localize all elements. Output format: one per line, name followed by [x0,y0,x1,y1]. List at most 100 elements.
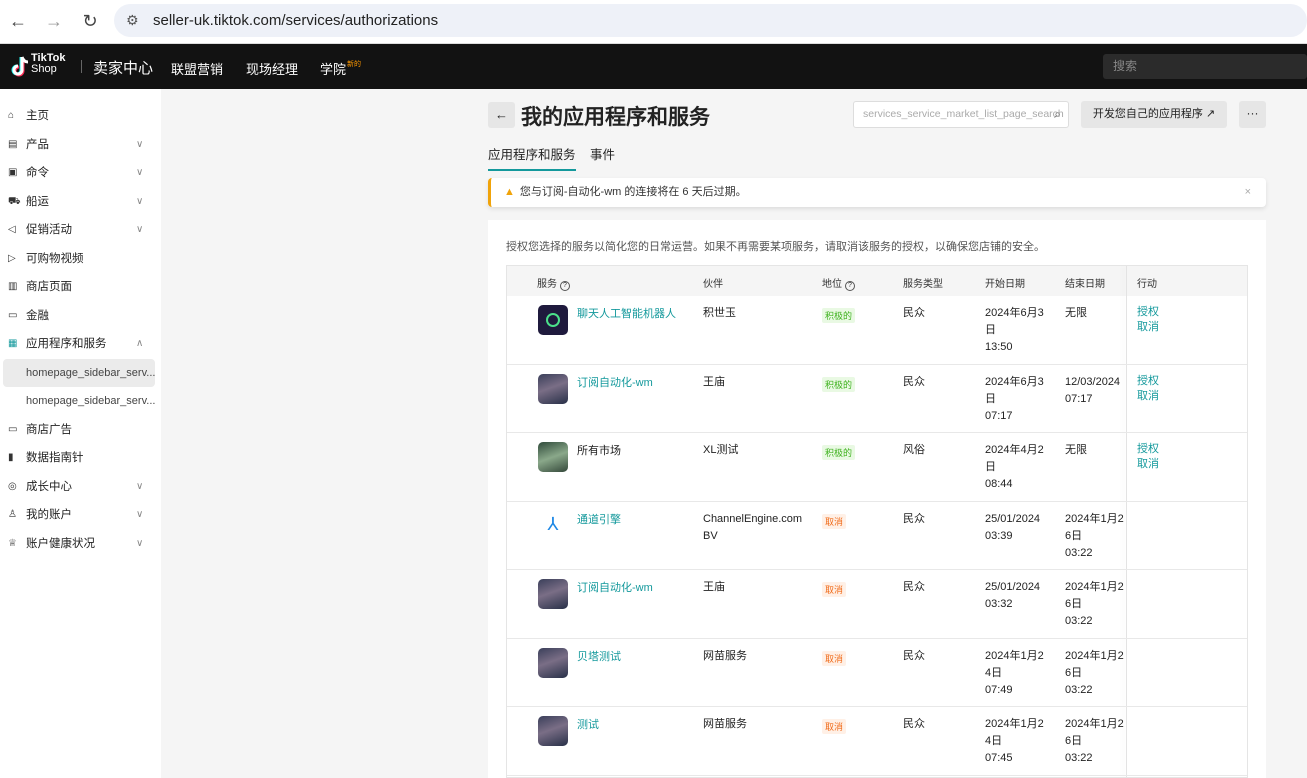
address-bar[interactable]: ⚙ seller-uk.tiktok.com/services/authoriza… [114,4,1307,37]
sidebar-item[interactable]: ▤ 产品 ∨ [0,131,161,159]
sidebar-item[interactable]: ♕ 账户健康状况 ∨ [0,530,161,558]
divider [81,60,82,73]
nav-live-manager[interactable]: 现场经理 [246,59,298,78]
reload-icon[interactable]: ↻ [78,9,102,33]
sidebar-item-label: 商店广告 [26,423,72,436]
chevron-down-icon[interactable]: ∨ [136,530,143,558]
sidebar-item[interactable]: ◎ 成长中心 ∨ [0,473,161,501]
apps-icon: ▦ [8,338,18,349]
search-icon[interactable]: ⌕ [1054,102,1061,127]
status-badge: 积极的 [822,445,856,460]
forward-icon[interactable]: → [42,9,66,33]
back-icon[interactable]: ← [6,9,30,33]
sidebar-item[interactable]: ▣ 命令 ∨ [0,159,161,187]
sidebar-item[interactable]: ▮ 数据指南针 [0,444,161,472]
close-icon[interactable]: × [1245,178,1251,207]
sidebar-item[interactable]: homepage_sidebar_serv... [0,387,161,415]
service-search-input[interactable]: services_service_market_list_page_search… [853,101,1069,128]
sidebar-item-label: 成长中心 [26,480,72,493]
chart-icon: ▮ [8,452,14,463]
end-date: 2024年1月2 6日 03:22 [1065,581,1124,627]
start-date: 2024年1月2 4日 07:49 [985,649,1044,696]
authorize-link[interactable]: 授权 [1137,442,1159,457]
external-link-icon: ↗ [1205,108,1216,120]
chevron-down-icon[interactable]: ∨ [136,473,143,501]
sidebar-item-label: 我的账户 [26,509,72,521]
sidebar-item-label: 产品 [26,138,49,151]
service-name[interactable]: 订阅自动化-wm [577,579,653,595]
partner-name: 王庙 [703,581,725,593]
sidebar-item[interactable]: ◁ 促销活动 ∨ [0,216,161,244]
header-end: 结束日期 [1065,279,1105,290]
sidebar-item[interactable]: ⛟ 船运 ∨ [0,188,161,216]
user-icon: ♙ [8,509,17,520]
develop-app-button[interactable]: 开发您自己的应用程序 ↗ [1081,101,1227,128]
expiry-alert: ▲ 您与订阅-自动化-wm 的连接将在 6 天后过期。 × [488,178,1266,207]
tab-events[interactable]: 事件 [590,144,615,169]
site-info-icon[interactable]: ⚙ [126,4,139,37]
header-start: 开始日期 [985,279,1025,290]
start-date: 2024年1月2 4日 07:45 [985,718,1044,764]
status-badge: 积极的 [822,308,856,323]
tab-apps-services[interactable]: 应用程序和服务 [488,144,576,171]
status-badge: 积极的 [822,376,856,392]
service-name[interactable]: 贝塔测试 [577,648,621,664]
service-name[interactable]: 通道引擎 [577,511,621,527]
nav-academy[interactable]: 学院新的 [320,59,361,78]
chevron-down-icon[interactable]: ∨ [136,188,143,216]
chevron-up-icon[interactable]: ∧ [136,330,143,358]
sidebar-item[interactable]: ▭ 商店广告 [0,416,161,444]
nav-affiliate[interactable]: 联盟营销 [171,59,223,78]
sidebar-item-label: 主页 [26,110,49,122]
service-name[interactable]: 订阅自动化-wm [577,374,653,390]
top-nav: TikTok Shop 卖家中心 联盟营销 现场经理 学院新的 搜索 [0,44,1307,89]
sidebar-item-label: 商店页面 [26,281,72,293]
channelengine-app-icon: ⅄ [538,510,568,541]
trophy-icon: ♕ [8,537,17,549]
store-icon: ▥ [8,281,18,292]
chevron-down-icon[interactable]: ∨ [136,216,143,244]
header-search-input[interactable]: 搜索 [1103,54,1307,79]
partner-name: ChannelEngine.com BV [703,512,803,542]
table-row: 测试 网苗服务 取消 民众 2024年1月2 4日 07:45 2024年1月2 6日 0… [507,707,1247,776]
revoke-link[interactable]: 取消 [1137,389,1159,404]
revoke-link[interactable]: 取消 [1137,457,1159,472]
sidebar-item[interactable]: ▦ 应用程序和服务 ∧ [0,330,161,358]
status-badge: 取消 [822,650,847,666]
help-icon[interactable]: ? [845,281,855,291]
back-button[interactable]: ← [488,102,515,128]
video-icon: ▷ [8,252,16,264]
service-type: 民众 [903,718,925,730]
header-type: 服务类型 [903,279,943,290]
browser-toolbar: ← → ↻ ⚙ seller-uk.tiktok.com/services/aut… [0,0,1307,44]
sidebar-item[interactable]: homepage_sidebar_serv... [3,358,155,387]
more-button[interactable]: ··· [1239,101,1266,128]
seller-center-title[interactable]: 卖家中心 [93,57,153,78]
sidebar-item[interactable]: ⌂ 主页 [0,102,161,130]
partner-name: XL测试 [703,444,739,456]
portrait-app-icon [538,716,568,746]
authorize-link[interactable]: 授权 [1137,374,1159,389]
table-row: 所有市场 XL测试 积极的 风俗 2024年4月2 日 08:44 无限 授权 取消 [507,433,1247,502]
url-text: seller-uk.tiktok.com/services/authorizat… [153,12,439,29]
sidebar-item[interactable]: ▥ 商店页面 [0,273,161,301]
chevron-down-icon[interactable]: ∨ [136,159,143,187]
authorize-link[interactable]: 授权 [1137,305,1159,320]
growth-icon: ◎ [8,480,17,492]
header-status: 地位? [822,275,855,291]
chatbot-app-icon [538,305,568,335]
service-name[interactable]: 测试 [577,716,599,732]
chevron-down-icon[interactable]: ∨ [136,501,143,529]
sidebar-item[interactable]: ▷ 可购物视频 [0,245,161,273]
revoke-link[interactable]: 取消 [1137,320,1159,335]
sidebar-item[interactable]: ♙ 我的账户 ∨ [0,501,161,529]
sidebar-item[interactable]: ▭ 金融 [0,302,161,330]
end-date: 无限 [1065,307,1087,319]
order-icon: ▣ [8,167,18,178]
truck-icon: ⛟ [8,195,21,207]
service-name[interactable]: 聊天人工智能机器人 [577,305,676,321]
start-date: 2024年6月3 日 07:17 [985,375,1044,422]
header-action: 行动 [1137,279,1157,290]
chevron-down-icon[interactable]: ∨ [136,131,143,159]
help-icon[interactable]: ? [560,281,570,291]
